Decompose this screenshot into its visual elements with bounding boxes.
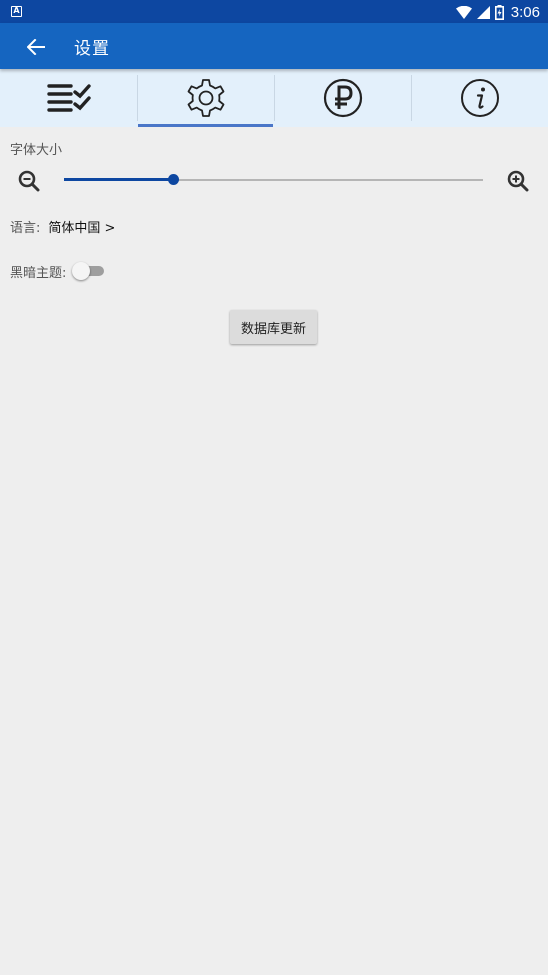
zoom-in-icon[interactable] [507,170,529,192]
switch-thumb [72,262,91,280]
dark-theme-label: 黑暗主题: [10,265,67,281]
info-icon [460,79,499,117]
signal-icon [476,5,490,19]
status-time: 3:06 [510,3,540,21]
dark-theme-row: 黑暗主题: [10,261,106,281]
language-row: 语言: 简体中国 > [10,217,115,236]
status-icons: 3:06 [455,2,540,22]
page-title: 设置 [74,39,110,59]
wifi-icon [455,5,472,19]
zoom-out-icon[interactable] [18,170,40,192]
status-bar: A 3:06 [0,0,548,23]
slider-fill [64,178,173,181]
tab-donate[interactable] [274,69,411,127]
language-label: 语言: [10,221,41,236]
database-update-button[interactable]: 数据库更新 [230,310,317,344]
checklist-icon [46,84,91,112]
font-size-slider[interactable] [64,174,483,186]
language-selector[interactable]: 简体中国 > [48,217,115,236]
tab-list[interactable] [0,69,137,127]
back-button[interactable] [20,31,52,63]
arrow-left-icon [27,39,45,55]
font-size-label: 字体大小 [10,143,63,158]
notification-icon: A [11,6,22,17]
tab-bar [0,69,548,127]
tab-info[interactable] [411,69,548,127]
dark-theme-switch[interactable] [72,261,106,281]
tab-settings[interactable] [137,69,274,127]
battery-icon [494,4,504,20]
gear-icon [187,79,224,117]
app-bar: 设置 [0,23,548,69]
ruble-icon [323,78,362,118]
slider-thumb[interactable] [167,174,179,185]
